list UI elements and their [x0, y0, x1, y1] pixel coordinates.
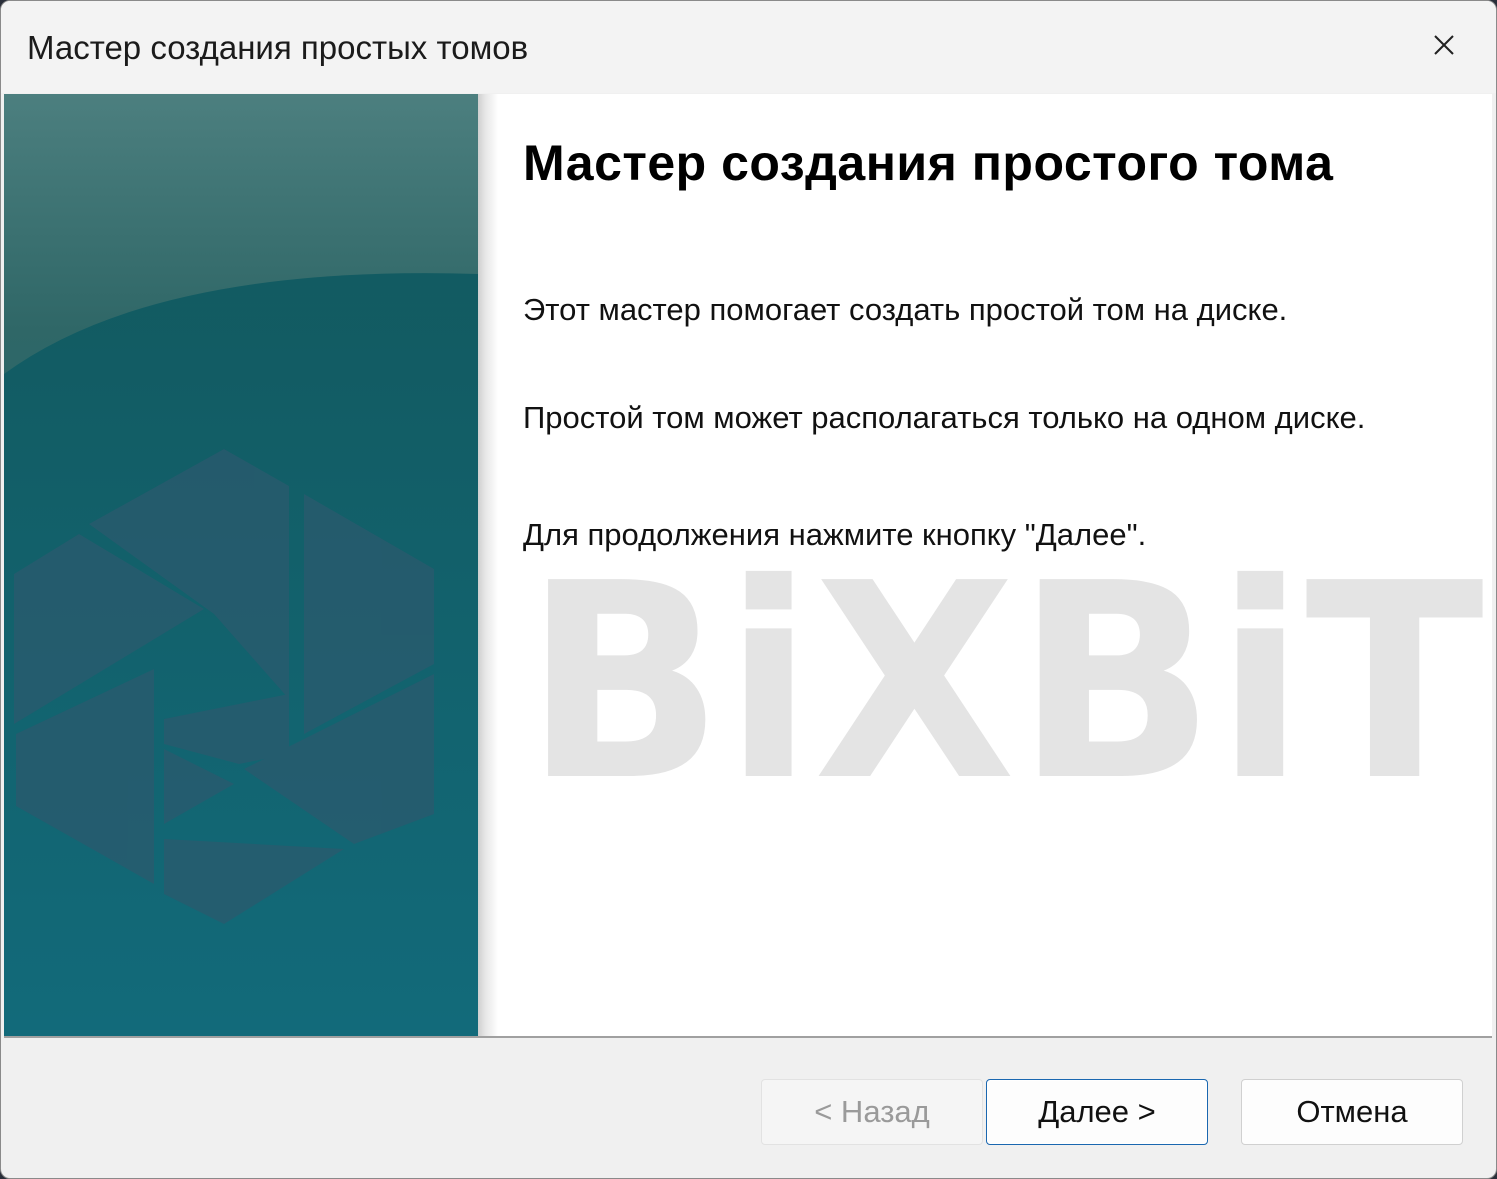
window-title: Мастер создания простых томов [27, 29, 529, 66]
next-button[interactable]: Далее > [986, 1079, 1208, 1145]
back-button[interactable]: < Назад [761, 1079, 983, 1145]
close-icon [1433, 34, 1455, 61]
cancel-button[interactable]: Отмена [1241, 1079, 1463, 1145]
banner-shadow [478, 94, 498, 1036]
info-text: Простой том может располагаться только н… [523, 400, 1366, 435]
intro-text: Этот мастер помогает создать простой том… [523, 292, 1288, 327]
title-bar[interactable]: Мастер создания простых томов [1, 1, 1496, 93]
close-button[interactable] [1392, 1, 1496, 93]
wizard-content: BiXBiT Мастер создания простого тома Это… [4, 94, 1492, 1036]
instruction-text: Для продолжения нажмите кнопку "Далее". [523, 517, 1147, 552]
bixbit-watermark: BiXBiT [524, 564, 1492, 794]
wizard-banner-image [4, 94, 478, 1036]
watermark-text: BiXBiT [524, 564, 1485, 794]
wizard-window: Мастер создания простых томов BiXBiT Мас… [0, 0, 1497, 1179]
page-title: Мастер создания простого тома [523, 135, 1334, 191]
footer-divider [4, 1036, 1492, 1038]
